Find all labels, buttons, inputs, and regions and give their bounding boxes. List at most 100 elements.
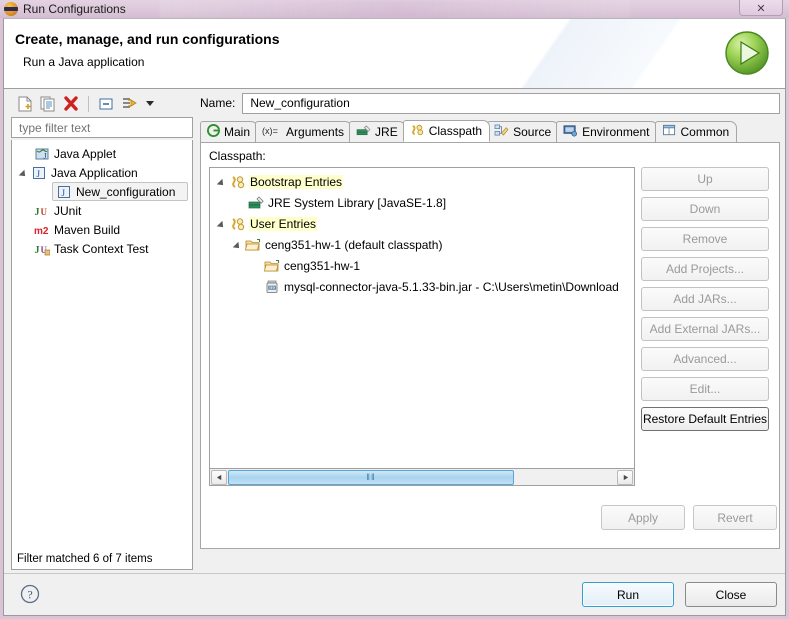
configuration-editor-panel: Name: Main (200, 91, 780, 569)
expand-twisty-icon[interactable] (18, 166, 31, 179)
tab-common[interactable]: Common (654, 121, 738, 142)
eclipse-run-icon (4, 2, 18, 16)
name-input[interactable] (248, 95, 779, 111)
apply-button[interactable]: Apply (601, 505, 685, 530)
page-title: Create, manage, and run configurations (15, 31, 280, 47)
scrollbar-thumb[interactable]: ‖‖ (228, 469, 514, 485)
filter-icon[interactable] (119, 94, 139, 114)
delete-configuration-icon[interactable] (61, 94, 81, 114)
up-button[interactable]: Up (641, 167, 769, 191)
classpath-tree[interactable]: Bootstrap Entries JRE System Library [Ja… (209, 167, 635, 469)
run-button[interactable]: Run (582, 582, 674, 607)
close-window-button[interactable]: ✕ (739, 0, 783, 16)
classpath-row-project[interactable]: ceng351-hw-1 (210, 255, 634, 276)
classpath-row-jre-system-library[interactable]: JRE System Library [JavaSE-1.8] (210, 192, 634, 213)
svg-text:m2: m2 (34, 226, 49, 237)
classpath-buttons: Up Down Remove Add Projects... Add JARs.… (641, 167, 769, 437)
classpath-tab-panel: Classpath: Bootstrap Entries JRE System … (200, 143, 780, 549)
project-folder-icon (263, 258, 280, 274)
environment-tab-icon (563, 124, 578, 140)
run-configurations-dialog: Create, manage, and run configurations R… (3, 18, 786, 616)
common-tab-icon (662, 124, 677, 140)
tree-item-maven-build[interactable]: m2 Maven Build (12, 220, 192, 239)
close-button[interactable]: Close (685, 582, 777, 607)
classpath-row-mysql-jar[interactable]: 010 mysql-connector-java-5.1.33-bin.jar … (210, 276, 634, 297)
scrollbar-track[interactable]: ‖‖ (228, 469, 616, 485)
chevron-down-icon[interactable] (142, 94, 162, 114)
revert-button[interactable]: Revert (693, 505, 777, 530)
tab-label: JRE (375, 125, 398, 139)
tab-source[interactable]: Source (487, 121, 560, 142)
tab-label: Arguments (286, 125, 345, 139)
svg-text:(x)=: (x)= (262, 126, 278, 136)
junit-icon: J U (34, 203, 50, 219)
svg-text:J: J (37, 169, 41, 179)
expand-twisty-icon[interactable] (232, 238, 245, 251)
window-titlebar[interactable]: Run Configurations ✕ (0, 0, 789, 18)
tab-arguments[interactable]: (x)= Arguments (255, 121, 353, 142)
tab-environment[interactable]: Environment (556, 121, 658, 142)
scroll-left-icon[interactable] (211, 469, 227, 485)
help-question-icon[interactable]: ? (20, 584, 40, 604)
new-configuration-icon[interactable] (15, 94, 35, 114)
svg-text:J: J (35, 207, 40, 218)
dialog-footer: ? Run Close (4, 573, 785, 615)
classpath-row-user-entries[interactable]: User Entries (210, 213, 634, 234)
configurations-panel: J Java Applet J (11, 91, 193, 570)
run-green-play-icon (722, 28, 772, 81)
jre-tab-icon (356, 124, 371, 140)
advanced-button[interactable]: Advanced... (641, 347, 769, 371)
tree-item-label: Task Context Test (54, 241, 149, 256)
jar-icon: 010 (264, 279, 280, 295)
tab-classpath[interactable]: Classpath (402, 120, 491, 142)
source-tab-icon (494, 124, 509, 140)
page-subtitle: Run a Java application (23, 55, 145, 69)
window-title: Run Configurations (23, 2, 126, 16)
classpath-tab-icon (410, 123, 425, 139)
name-input-wrapper[interactable] (242, 92, 780, 114)
filter-input-wrapper[interactable] (11, 117, 193, 138)
tab-jre[interactable]: JRE (349, 121, 406, 142)
svg-text:?: ? (27, 588, 32, 602)
collapse-all-icon[interactable] (96, 94, 116, 114)
tree-item-label: Maven Build (54, 222, 121, 237)
add-projects-button[interactable]: Add Projects... (641, 257, 769, 281)
tree-item-new-configuration[interactable]: J New_configuration (52, 182, 188, 201)
classpath-row-label: ceng351-hw-1 (284, 258, 361, 273)
add-external-jars-button[interactable]: Add External JARs... (641, 317, 769, 341)
tab-main[interactable]: Main (200, 121, 259, 142)
configurations-tree[interactable]: J Java Applet J Java Application J New_c… (11, 140, 193, 570)
svg-text:U: U (41, 207, 48, 217)
arguments-tab-icon: (x)= (262, 124, 282, 140)
tree-item-task-context-test[interactable]: J U Task Context Test (12, 239, 192, 258)
tree-item-java-application[interactable]: J Java Application (12, 163, 192, 182)
dialog-body: J Java Applet J (4, 89, 785, 577)
expand-twisty-icon[interactable] (216, 175, 229, 188)
junit-context-icon: J U (34, 241, 51, 257)
name-label: Name: (200, 96, 236, 110)
tree-item-junit[interactable]: J U JUnit (12, 201, 192, 220)
filter-input[interactable] (17, 119, 192, 136)
apply-revert-row: Apply Revert (601, 505, 777, 530)
tree-item-java-applet[interactable]: J Java Applet (12, 144, 192, 163)
expand-twisty-icon[interactable] (216, 217, 229, 230)
restore-default-entries-button[interactable]: Restore Default Entries (641, 407, 769, 431)
duplicate-configuration-icon[interactable] (38, 94, 58, 114)
classpath-row-default-classpath[interactable]: ceng351-hw-1 (default classpath) (210, 234, 634, 255)
classpath-horizontal-scrollbar[interactable]: ‖‖ (209, 469, 635, 486)
down-button[interactable]: Down (641, 197, 769, 221)
classpath-row-label: mysql-connector-java-5.1.33-bin.jar - C:… (284, 279, 619, 294)
classpath-entries-icon (229, 216, 245, 232)
titlebar-background-blur (160, 0, 630, 18)
classpath-row-bootstrap-entries[interactable]: Bootstrap Entries (210, 171, 634, 192)
close-icon: ✕ (756, 3, 766, 15)
configurations-toolbar (11, 91, 193, 117)
scrollbar-grip: ‖‖ (366, 472, 376, 482)
tree-item-label: JUnit (54, 203, 82, 218)
svg-text:010: 010 (269, 285, 276, 290)
remove-button[interactable]: Remove (641, 227, 769, 251)
dialog-header: Create, manage, and run configurations R… (4, 19, 785, 89)
scroll-right-icon[interactable] (617, 469, 633, 485)
edit-button[interactable]: Edit... (641, 377, 769, 401)
add-jars-button[interactable]: Add JARs... (641, 287, 769, 311)
